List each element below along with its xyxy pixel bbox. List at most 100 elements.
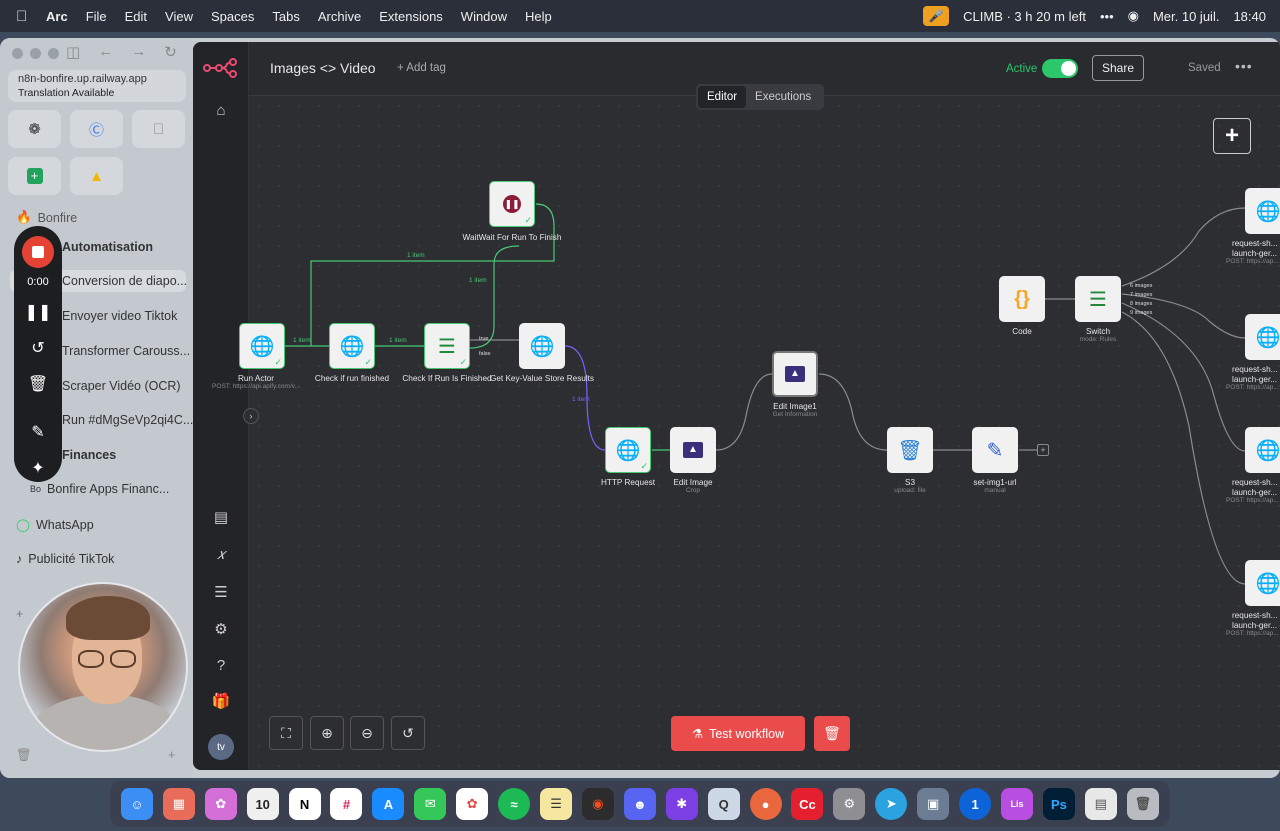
variables-icon[interactable]: 𝑥 [193,546,249,563]
webcam-bubble[interactable] [18,582,188,752]
tab-executions[interactable]: Executions [746,86,820,108]
photoshop-icon[interactable]: Ps [1042,788,1075,820]
creative-cloud-icon[interactable]: Cc [791,788,824,820]
node-get-kv-store[interactable]: 🌐 [519,323,565,369]
test-workflow-button[interactable]: ⚗ Test workflow [671,716,805,751]
menu-archive[interactable]: Archive [318,9,361,24]
notion-icon[interactable]: N [288,788,321,820]
draw-pencil-icon[interactable]: ✎ [31,422,44,444]
node-edit-image[interactable]: ▲ [670,427,716,473]
gift-icon[interactable]: 🎁 [193,692,249,710]
node-check-if-run-finished[interactable]: 🌐 ✓ [329,323,375,369]
restart-recording-icon[interactable]: ↺ [31,338,44,360]
menu-window[interactable]: Window [461,9,507,24]
figma-icon[interactable]: ◉ [581,788,614,820]
n8n-logo-icon[interactable] [203,58,239,78]
finder-icon[interactable]: ☺ [120,788,153,820]
node-request-1[interactable]: 🌐 [1245,188,1280,234]
node-request-2[interactable]: 🌐 [1245,314,1280,360]
add-space-icon[interactable]: + [168,748,175,762]
workflow-title[interactable]: Images <> Video [270,60,376,76]
node-code[interactable]: {} [999,276,1045,322]
onepassword-icon[interactable]: 1 [959,788,992,820]
apple-icon[interactable]:  [16,8,34,25]
archive-icon[interactable]: 🗑 [16,748,32,763]
reset-zoom-button[interactable]: ↺ [391,716,425,750]
arc-search-icon[interactable]: ✱ [665,788,698,820]
url-bar[interactable]: n8n-bonfire.up.railway.app Translation A… [8,70,186,102]
node-run-actor[interactable]: 🌐 ✓ [239,323,285,369]
microphone-icon[interactable]: 🎤 [923,6,950,26]
notes-icon[interactable]: ☰ [540,788,573,820]
add-tag-button[interactable]: + Add tag [397,62,446,74]
pause-recording-icon[interactable]: ❚❚ [25,302,52,324]
trash-dock-icon[interactable]: 🗑 [1126,788,1159,820]
photos-icon[interactable]: ✿ [456,788,489,820]
share-button[interactable]: Share [1092,55,1144,81]
sidebar-toggle-icon[interactable]: ◫ [66,43,80,61]
templates-icon[interactable]: ▤ [193,508,249,526]
home-icon[interactable]: ⌂ [193,102,249,119]
node-edit-image1[interactable]: ▲ [772,351,818,397]
favorite-drive-icon[interactable]: ▲ [70,157,123,195]
zoom-in-button[interactable]: ⊕ [310,716,344,750]
favorite-sheets-icon[interactable]: + [8,157,61,195]
node-switch[interactable]: ☰ [1075,276,1121,322]
node-set-img1-url[interactable]: ✎ [972,427,1018,473]
node-request-4[interactable]: 🌐 [1245,560,1280,606]
sidebar-item-whatsapp[interactable]: ◯ WhatsApp [16,517,94,533]
slack-icon[interactable]: # [330,788,363,820]
menu-app[interactable]: Arc [46,9,68,24]
more-icon[interactable]: ••• [1100,9,1114,24]
telegram-icon[interactable]: ➤ [875,788,908,820]
wifi-icon[interactable]: ◉ [1128,8,1139,24]
executions-icon[interactable]: ☰ [193,583,249,601]
arc-browser-icon[interactable]: ✿ [204,788,237,820]
workflow-canvas[interactable]: + › 1 item 1 item 1 item 1 item 1 item t… [212,96,1280,770]
confetti-icon[interactable]: ✦ [31,458,44,480]
climb-status[interactable]: CLIMB · 3 h 20 m left [963,9,1086,24]
node-s3[interactable]: 🗑 [887,427,933,473]
tab-editor[interactable]: Editor [698,86,747,108]
help-icon[interactable]: ? [193,657,249,674]
sidebar-item-run[interactable]: Run #dMgSeVp2qi4C... [62,413,193,427]
favorite-chatgpt-icon[interactable]: ❁ [8,110,61,148]
delete-execution-button[interactable]: 🗑 [814,716,850,751]
reload-icon[interactable]: ↻ [164,43,177,61]
sidebar-item-transformer[interactable]: Transformer Carouss... [62,344,190,358]
menu-edit[interactable]: Edit [125,9,147,24]
favorite-apple-icon[interactable]:  [132,110,185,148]
documents-icon[interactable]: ▤ [1084,788,1117,820]
discord-icon[interactable]: ☻ [623,788,656,820]
zoom-out-button[interactable]: ⊖ [350,716,384,750]
date[interactable]: Mer. 10 juil. [1153,9,1219,24]
active-toggle[interactable] [1042,59,1078,78]
spotify-icon[interactable]: ≈ [498,788,531,820]
delete-recording-icon[interactable]: 🗑 [28,374,48,396]
folder-finances[interactable]: Finances [62,448,116,462]
sidebar-item-bonfire-apps[interactable]: Bo Bonfire Apps Financ... [30,482,169,496]
forward-icon[interactable]: → [131,43,146,61]
back-icon[interactable]: ← [98,43,113,61]
menu-view[interactable]: View [165,9,193,24]
sidebar-item-envoyer[interactable]: Envoyer video Tiktok [62,309,177,323]
time[interactable]: 18:40 [1233,9,1266,24]
preview-icon[interactable]: ▣ [917,788,950,820]
calendar-icon[interactable]: 10 [246,788,279,820]
add-next-node-icon[interactable]: + [1037,444,1049,456]
quicktime-icon[interactable]: Q [707,788,740,820]
zoom-window-button[interactable] [48,48,59,59]
craft-icon[interactable]: ● [749,788,782,820]
system-settings-icon[interactable]: ⚙ [833,788,866,820]
launchpad-icon[interactable]: ▦ [162,788,195,820]
minimize-window-button[interactable] [30,48,41,59]
folder-automatisation[interactable]: Automatisation [62,240,153,254]
menu-extensions[interactable]: Extensions [379,9,443,24]
node-http-request[interactable]: 🌐 ✓ [605,427,651,473]
new-tab-icon[interactable]: + [16,607,23,621]
favorite-translate-icon[interactable]: Ⓒ [70,110,123,148]
sidebar-item-tiktok[interactable]: ♪ Publicité TikTok [16,552,114,566]
more-options-icon[interactable]: ••• [1235,58,1253,74]
close-window-button[interactable] [12,48,23,59]
space-bonfire[interactable]: 🔥 Bonfire [16,210,77,225]
